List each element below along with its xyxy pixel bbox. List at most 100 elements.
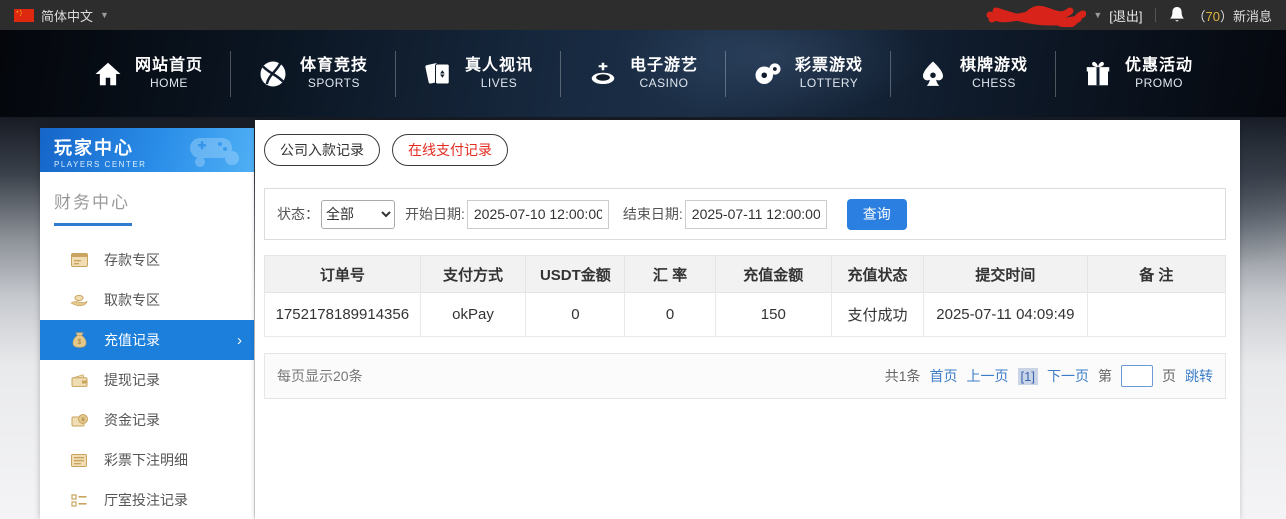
sidebar: 玩家中心 PLAYERS CENTER 财务中心 存款专区 — [40, 128, 254, 519]
nav-label-zh: 优惠活动 — [1125, 56, 1193, 76]
nav-label-zh: 彩票游戏 — [795, 56, 863, 76]
total-count-label: 共1条 — [885, 366, 921, 386]
checklist-icon — [70, 492, 88, 508]
status-label: 状态： — [277, 204, 319, 224]
msg-paren-close: ） — [1220, 9, 1233, 24]
wallet-icon — [70, 372, 88, 388]
col-recharge-amount: 充值金额 — [715, 256, 831, 293]
col-payment-method: 支付方式 — [420, 256, 526, 293]
first-page-link[interactable]: 首页 — [930, 366, 958, 386]
roulette-icon — [588, 59, 618, 89]
table-row: 1752178189914356 okPay 0 0 150 支付成功 2025… — [265, 293, 1226, 337]
nav-label-zh: 网站首页 — [135, 56, 203, 76]
col-usdt-amount: USDT金额 — [526, 256, 625, 293]
sidebar-item-withdraw[interactable]: 取款专区 — [40, 280, 254, 320]
cell-exchange-rate: 0 — [625, 293, 715, 337]
tab-company-deposit-records[interactable]: 公司入款记录 — [264, 134, 380, 166]
svg-text:$: $ — [77, 339, 81, 346]
cell-submit-time: 2025-07-11 04:09:49 — [924, 293, 1087, 337]
cell-remarks — [1087, 293, 1225, 337]
col-remarks: 备 注 — [1087, 256, 1225, 293]
nav-item-sports[interactable]: 体育竞技SPORTS — [231, 56, 395, 91]
nav-label-en: CHESS — [960, 76, 1028, 91]
nav-label-en: HOME — [135, 76, 203, 91]
cell-recharge-status: 支付成功 — [831, 293, 923, 337]
topbar-user-area: ▼ [退出] （70）新消息 — [986, 3, 1272, 27]
gamepad-watermark-icon — [186, 132, 246, 170]
page: 简体中文 ▼ ▼ [退出] （70）新消息 — [0, 0, 1286, 519]
messages-link[interactable]: （70）新消息 — [1192, 6, 1272, 25]
bell-icon[interactable] — [1169, 6, 1185, 24]
next-page-link[interactable]: 下一页 — [1047, 366, 1089, 386]
playing-cards-icon — [423, 59, 453, 89]
content-area: 玩家中心 PLAYERS CENTER 财务中心 存款专区 — [0, 117, 1286, 519]
records-table: 订单号 支付方式 USDT金额 汇 率 充值金额 充值状态 提交时间 备 注 1… — [264, 255, 1226, 337]
logout-button[interactable]: [退出] — [1109, 6, 1142, 25]
message-label: 新消息 — [1233, 9, 1272, 24]
sidebar-item-room-bet-records[interactable]: 厅室投注记录 — [40, 480, 254, 519]
language-label: 简体中文 — [41, 6, 93, 25]
nav-item-casino[interactable]: 电子游艺CASINO — [561, 56, 725, 91]
col-submit-time: 提交时间 — [924, 256, 1087, 293]
main-panel: 公司入款记录 在线支付记录 状态： 全部 开始日期: 结束日期: 查询 — [255, 120, 1240, 519]
sidebar-item-deposit[interactable]: 存款专区 — [40, 240, 254, 280]
tab-online-payment-records[interactable]: 在线支付记录 — [392, 134, 508, 166]
nav-item-lives[interactable]: 真人视讯LIVES — [396, 56, 560, 91]
sidebar-section-title: 财务中心 — [54, 188, 132, 226]
page-jump-input[interactable] — [1121, 365, 1153, 387]
end-date-input[interactable] — [685, 200, 827, 229]
nav-label-en: CASINO — [630, 76, 698, 91]
cell-payment-method: okPay — [420, 293, 526, 337]
main-nav: 网站首页HOME 体育竞技SPORTS 真人视讯LIVES — [0, 30, 1286, 117]
chevron-down-icon: ▼ — [100, 10, 109, 20]
nav-label-en: LIVES — [465, 76, 533, 91]
nav-item-lottery[interactable]: 彩票游戏LOTTERY — [726, 56, 890, 91]
pager-controls: 共1条 首页 上一页 [1] 下一页 第 页 跳转 — [885, 365, 1213, 387]
nav-label-en: PROMO — [1125, 76, 1193, 91]
msg-paren-open: （ — [1192, 9, 1205, 24]
query-button[interactable]: 查询 — [847, 199, 907, 230]
gift-icon — [1083, 59, 1113, 89]
sidebar-item-label: 厅室投注记录 — [104, 490, 188, 510]
list-document-icon — [70, 452, 88, 468]
sidebar-item-withdrawal-records[interactable]: 提现记录 — [40, 360, 254, 400]
sidebar-item-label: 存款专区 — [104, 250, 160, 270]
nav-item-home[interactable]: 网站首页HOME — [66, 56, 230, 91]
table-header-row: 订单号 支付方式 USDT金额 汇 率 充值金额 充值状态 提交时间 备 注 — [265, 256, 1226, 293]
sidebar-item-lottery-bet-details[interactable]: 彩票下注明细 — [40, 440, 254, 480]
record-tabs: 公司入款记录 在线支付记录 — [264, 134, 1226, 166]
col-recharge-status: 充值状态 — [831, 256, 923, 293]
nav-item-chess[interactable]: 棋牌游戏CHESS — [891, 56, 1055, 91]
nav-label-zh: 棋牌游戏 — [960, 56, 1028, 76]
sidebar-section: 财务中心 — [40, 172, 254, 226]
spade-icon — [918, 59, 948, 89]
sidebar-item-recharge-records[interactable]: $ 充值记录 › — [40, 320, 254, 360]
nav-item-promo[interactable]: 优惠活动PROMO — [1056, 56, 1220, 91]
sidebar-header: 玩家中心 PLAYERS CENTER — [40, 128, 254, 172]
start-date-input[interactable] — [467, 200, 609, 229]
red-scribble-icon — [986, 3, 1086, 27]
hand-money-icon — [70, 292, 88, 308]
cell-recharge-amount: 150 — [715, 293, 831, 337]
home-icon — [93, 59, 123, 89]
nav-label-zh: 电子游艺 — [630, 56, 698, 76]
sidebar-item-label: 取款专区 — [104, 290, 160, 310]
per-page-label: 每页显示20条 — [277, 366, 363, 386]
coins-icon: ¥ — [70, 412, 88, 428]
sidebar-item-funds-records[interactable]: ¥ 资金记录 — [40, 400, 254, 440]
language-switcher[interactable]: 简体中文 ▼ — [14, 6, 109, 25]
page-suffix-label: 页 — [1162, 366, 1176, 386]
page-prefix-label: 第 — [1098, 366, 1112, 386]
status-select[interactable]: 全部 — [321, 200, 395, 229]
start-date-label: 开始日期: — [405, 204, 465, 224]
prev-page-link[interactable]: 上一页 — [967, 366, 1009, 386]
redacted-username-scribble — [986, 3, 1086, 27]
lottery-balls-icon — [753, 59, 783, 89]
nav-label-zh: 真人视讯 — [465, 56, 533, 76]
money-bag-icon: $ — [70, 332, 88, 348]
chevron-down-icon[interactable]: ▼ — [1093, 10, 1102, 20]
jump-link[interactable]: 跳转 — [1185, 366, 1213, 386]
col-order-number: 订单号 — [265, 256, 421, 293]
cell-usdt-amount: 0 — [526, 293, 625, 337]
sidebar-item-label: 提现记录 — [104, 370, 160, 390]
